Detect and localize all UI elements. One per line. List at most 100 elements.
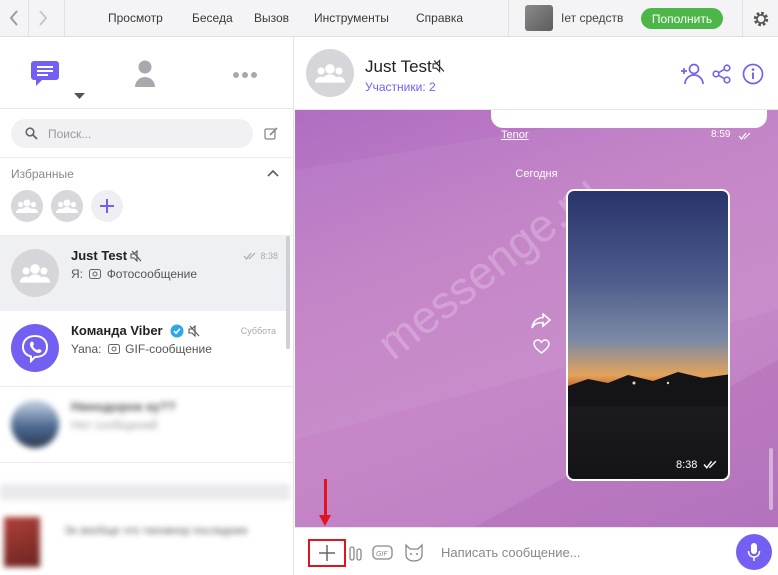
search-icon — [25, 127, 38, 140]
group-icon — [56, 199, 78, 213]
chat-preview-text: Фотосообщение — [106, 267, 198, 281]
message-input[interactable]: Написать сообщение... — [441, 545, 581, 560]
microphone-icon — [747, 543, 761, 561]
participants-link[interactable]: Участники: 2 — [365, 80, 436, 94]
chat-preview-sender: Я: — [71, 267, 83, 281]
double-check-icon — [738, 132, 751, 140]
viber-logo-icon — [21, 334, 49, 363]
tab-more[interactable] — [232, 67, 258, 82]
contact-avatar — [4, 517, 40, 567]
doodle-icon[interactable] — [349, 545, 363, 561]
viber-logo-avatar — [11, 324, 59, 372]
message-composer: GIF Написать сообщение... — [295, 527, 778, 575]
tab-chats[interactable] — [29, 57, 61, 92]
chat-name: Эх вообще что таоовоор последнее — [64, 525, 248, 537]
chat-preview-sender: Yana: — [71, 342, 102, 356]
muted-icon[interactable] — [432, 59, 445, 73]
voice-message-button[interactable] — [736, 534, 772, 570]
more-dots-icon — [233, 72, 257, 78]
tab-contacts[interactable] — [134, 59, 156, 92]
menu-help[interactable]: Справка — [416, 11, 463, 25]
group-avatar — [11, 249, 59, 297]
double-check-icon — [243, 252, 256, 260]
top-menu-bar: Просмотр Беседа Вызов Инструменты Справк… — [0, 0, 778, 37]
account-avatar[interactable] — [525, 5, 553, 31]
search-placeholder: Поиск... — [48, 126, 92, 141]
contact-avatar — [11, 400, 59, 448]
photo-time: 8:38 — [676, 459, 698, 471]
chat-preview: Yana: GIF-сообщение — [71, 342, 212, 356]
compose-icon[interactable] — [264, 126, 279, 141]
person-icon — [135, 60, 155, 87]
message-time: 8:59 — [711, 129, 731, 140]
topup-button[interactable]: Пополнить — [641, 8, 723, 29]
muted-icon — [130, 250, 142, 262]
menu-view[interactable]: Просмотр — [108, 11, 163, 25]
chat-time: 8:38 — [260, 251, 278, 261]
chevron-down-icon[interactable] — [74, 93, 85, 99]
verified-badge-icon — [170, 324, 184, 338]
menu-call[interactable]: Вызов — [254, 11, 289, 25]
photo-message[interactable] — [566, 189, 730, 481]
add-favorite-button[interactable] — [91, 190, 123, 222]
message-area: messenge.ru Tenor 8:59 Сегодня 8:38 — [295, 110, 778, 527]
forward-message-icon[interactable] — [531, 313, 551, 329]
back-button[interactable] — [0, 0, 28, 37]
group-icon — [19, 264, 51, 283]
add-participant-icon[interactable] — [680, 63, 704, 85]
add-attachment-button[interactable] — [308, 539, 346, 567]
message-scrollbar[interactable] — [769, 448, 773, 510]
plus-icon — [100, 199, 114, 213]
chat-item-blurred-2[interactable]: Эх вообще что таоовоор последнее — [0, 507, 290, 575]
group-icon — [314, 64, 346, 83]
chat-item-blurred-1[interactable]: Нинодорок ку?? Нет сообщений — [0, 387, 290, 462]
favorites-title: Избранные — [11, 167, 74, 181]
annotation-arrowhead — [319, 515, 331, 526]
chat-name: Команда Viber — [71, 323, 163, 338]
chevron-left-icon — [9, 10, 18, 26]
gif-icon[interactable]: GIF — [372, 544, 396, 562]
heart-icon[interactable] — [533, 339, 550, 354]
chat-name: Just Test — [71, 248, 128, 263]
chat-item-viber-team[interactable]: Команда Viber Yana: GIF-сообщение Суббот… — [0, 311, 290, 386]
info-icon[interactable] — [742, 63, 764, 85]
double-check-icon — [703, 460, 717, 469]
settings-button[interactable] — [742, 0, 778, 37]
menu-tools[interactable]: Инструменты — [314, 11, 389, 25]
sunset-photo — [568, 372, 728, 406]
search-input[interactable]: Поиск... — [11, 119, 253, 148]
sidebar: Поиск... Избранные Just Test Я: Фотосооб… — [0, 37, 294, 575]
chat-title: Just Test — [365, 57, 432, 76]
gear-icon — [753, 11, 768, 26]
chat-preview-text: Нет сообщений — [71, 418, 158, 432]
chat-time: Суббота — [240, 326, 276, 336]
chat-name: Нинодорок ку?? — [71, 399, 176, 414]
sticker-icon[interactable] — [403, 543, 425, 563]
forward-button[interactable] — [29, 0, 57, 37]
muted-icon — [188, 325, 200, 337]
annotation-arrow — [324, 479, 327, 520]
favorite-group-1[interactable] — [11, 190, 43, 222]
favorite-group-2[interactable] — [51, 190, 83, 222]
sidebar-tabs — [0, 37, 293, 109]
photo-icon — [89, 269, 102, 279]
group-avatar[interactable] — [306, 49, 354, 97]
chat-header: Just Test Участники: 2 — [295, 37, 778, 110]
blurred-divider — [0, 484, 290, 500]
previous-message-bubble[interactable] — [491, 110, 767, 128]
chat-item-just-test[interactable]: Just Test Я: Фотосообщение 8:38 — [0, 236, 290, 311]
share-icon[interactable] — [712, 64, 732, 84]
menu-conversation[interactable]: Беседа — [192, 11, 233, 25]
chat-preview: Я: Фотосообщение — [71, 267, 197, 281]
group-icon — [16, 199, 38, 213]
chevron-right-icon — [39, 10, 48, 26]
balance-text: Iет средств — [561, 11, 624, 25]
plus-icon — [319, 545, 335, 561]
date-separator: Сегодня — [515, 168, 558, 180]
chat-bubble-icon — [31, 61, 59, 86]
chat-preview-text: GIF-сообщение — [125, 342, 212, 356]
gif-icon — [107, 344, 120, 354]
chevron-up-icon[interactable] — [267, 169, 279, 177]
svg-text:GIF: GIF — [376, 550, 388, 558]
tenor-link[interactable]: Tenor — [501, 129, 529, 141]
